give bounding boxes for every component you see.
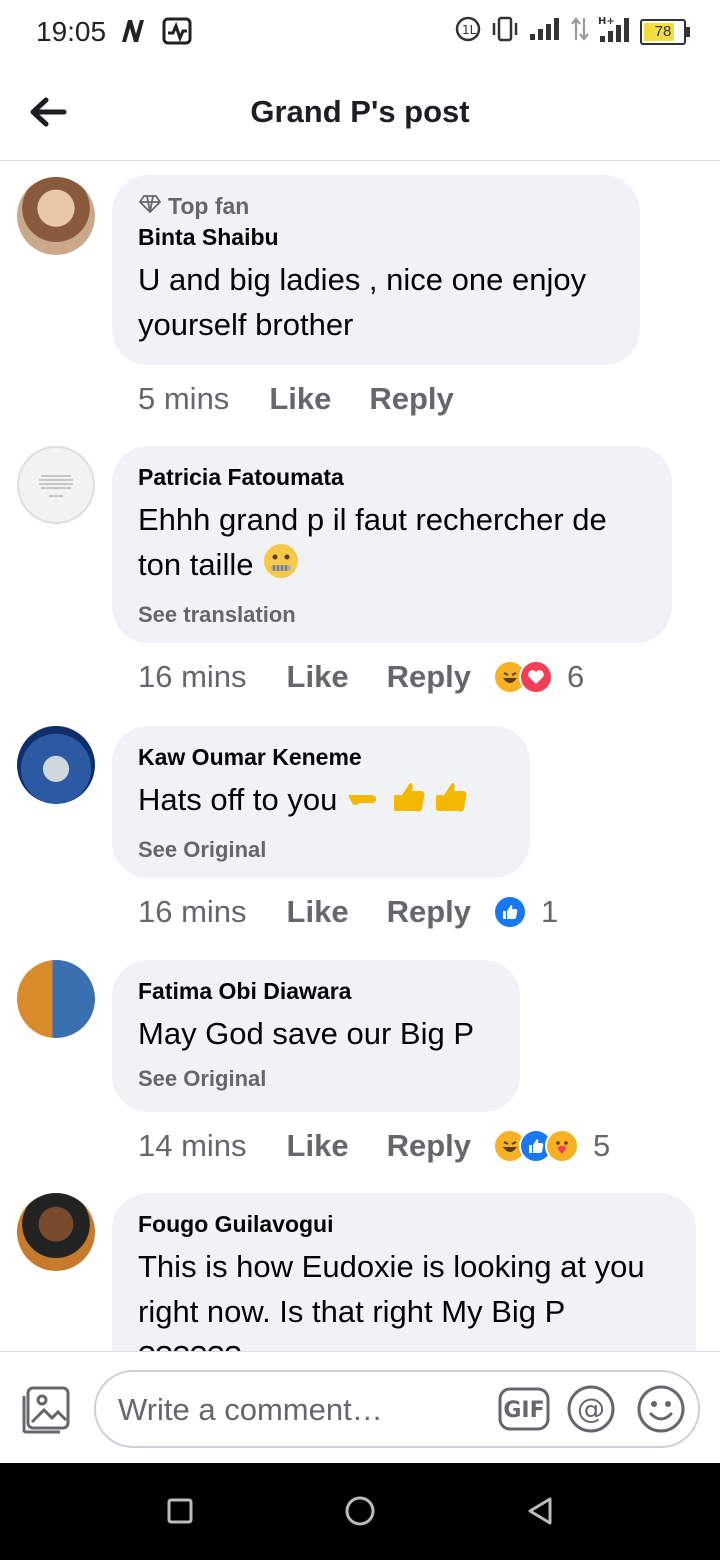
reply-button[interactable]: Reply	[387, 659, 471, 695]
status-bar: 19:05 1L H+ 78	[0, 0, 720, 66]
emoji-button[interactable]	[636, 1384, 686, 1434]
reaction-count: 5	[593, 1128, 611, 1163]
zipper-mouth-emoji	[262, 542, 300, 592]
like-button[interactable]: Like	[287, 1128, 349, 1164]
pointing-and-thumbs-up-emoji	[346, 777, 476, 827]
photo-button[interactable]	[20, 1384, 72, 1436]
battery-icon: 78	[640, 18, 690, 45]
avatar[interactable]	[17, 1193, 95, 1271]
like-button[interactable]: Like	[287, 894, 349, 930]
reaction-summary[interactable]: 5	[493, 1128, 610, 1164]
status-right-icons: 1L H+ 78	[454, 14, 690, 49]
like-button[interactable]: Like	[287, 659, 349, 695]
like-reaction-icon	[493, 895, 527, 929]
system-nav-bar	[0, 1463, 720, 1560]
comment-time[interactable]: 5 mins	[138, 381, 229, 417]
triangle-back-icon	[524, 1495, 556, 1532]
status-time: 19:05	[36, 16, 107, 47]
comment-time[interactable]: 16 mins	[138, 894, 247, 930]
square-icon	[166, 1497, 194, 1530]
activity-icon	[162, 16, 192, 51]
svg-text:@: @	[577, 1392, 605, 1425]
see-translation-link[interactable]: See translation	[138, 602, 646, 628]
comment-text: This is how Eudoxie is looking at you ri…	[138, 1249, 645, 1351]
comment-text: May God save our Big P	[138, 1016, 474, 1051]
photo-icon	[20, 1386, 72, 1440]
comment-actions: 5 mins Like Reply	[138, 381, 476, 417]
comment-text: Hats off to you	[138, 777, 504, 827]
n-icon	[118, 16, 148, 51]
at-icon: @	[566, 1385, 616, 1438]
comment-bubble[interactable]: Fougo Guilavogui This is how Eudoxie is …	[112, 1193, 696, 1351]
comment-bubble[interactable]: Kaw Oumar Keneme Hats off to you See Ori…	[112, 726, 530, 878]
back-nav-button[interactable]	[522, 1495, 558, 1531]
reaction-count: 1	[541, 894, 559, 929]
care-reaction-icon	[545, 1129, 579, 1163]
battery-level: 78	[654, 23, 672, 40]
recents-button[interactable]	[162, 1495, 198, 1531]
comment-bubble[interactable]: Fatima Obi Diawara May God save our Big …	[112, 960, 520, 1112]
comment-composer: Write a comment… GIF @	[0, 1351, 720, 1464]
comment-author[interactable]: Kaw Oumar Keneme	[138, 744, 504, 771]
comment-author[interactable]: Fougo Guilavogui	[138, 1211, 670, 1238]
comment-author[interactable]: Fatima Obi Diawara	[138, 978, 494, 1005]
avatar[interactable]	[17, 446, 95, 524]
alarm-icon: 1L	[454, 15, 482, 48]
avatar[interactable]	[17, 960, 95, 1038]
reaction-summary[interactable]: 1	[493, 894, 558, 930]
reply-button[interactable]: Reply	[369, 381, 453, 417]
vibrate-icon	[490, 15, 520, 48]
like-button[interactable]: Like	[269, 381, 331, 417]
header: Grand P's post	[0, 66, 720, 161]
comment-list: Top fan Binta Shaibu U and big ladies , …	[0, 161, 720, 1351]
circle-icon	[343, 1494, 377, 1533]
comment-bubble[interactable]: Top fan Binta Shaibu U and big ladies , …	[112, 175, 640, 365]
comment-actions: 16 mins Like Reply 1	[138, 894, 558, 930]
comment-actions: 16 mins Like Reply 6	[138, 659, 584, 695]
hplus-signal-icon: H+	[598, 14, 632, 49]
avatar[interactable]	[17, 726, 95, 804]
reaction-count: 6	[567, 659, 585, 694]
comment-text: U and big ladies , nice one enjoy yourse…	[138, 262, 587, 342]
comment-author[interactable]: Patricia Fatoumata	[138, 464, 646, 491]
mention-button[interactable]: @	[566, 1384, 616, 1434]
reaction-summary[interactable]: 6	[493, 659, 584, 695]
reply-button[interactable]: Reply	[387, 894, 471, 930]
comment-actions: 14 mins Like Reply 5	[138, 1128, 610, 1164]
see-original-link[interactable]: See Original	[138, 837, 504, 863]
page-title: Grand P's post	[250, 94, 470, 129]
status-left-icons	[118, 16, 192, 51]
signal-icon	[528, 16, 562, 47]
svg-text:H+: H+	[598, 16, 615, 27]
love-reaction-icon	[519, 660, 553, 694]
comment-bubble[interactable]: Patricia Fatoumata Ehhh grand p il faut …	[112, 446, 672, 643]
svg-text:1L: 1L	[462, 23, 477, 37]
avatar[interactable]	[17, 177, 95, 255]
comment-author[interactable]: Binta Shaibu	[138, 224, 614, 251]
home-button[interactable]	[342, 1495, 378, 1531]
gif-button[interactable]: GIF	[498, 1386, 550, 1432]
comment-input[interactable]: Write a comment… GIF @	[94, 1370, 700, 1448]
comment-placeholder: Write a comment…	[118, 1392, 383, 1427]
see-original-link[interactable]: See Original	[138, 1066, 494, 1092]
comment-time[interactable]: 16 mins	[138, 659, 247, 695]
gif-label: GIF	[503, 1398, 544, 1423]
data-arrows-icon	[570, 16, 590, 47]
reply-button[interactable]: Reply	[387, 1128, 471, 1164]
diamond-icon	[138, 193, 162, 220]
comment-time[interactable]: 14 mins	[138, 1128, 247, 1164]
top-fan-badge: Top fan	[138, 193, 614, 220]
comment-text: Ehhh grand p il faut rechercher de ton t…	[138, 497, 646, 592]
smiley-icon	[636, 1385, 686, 1438]
